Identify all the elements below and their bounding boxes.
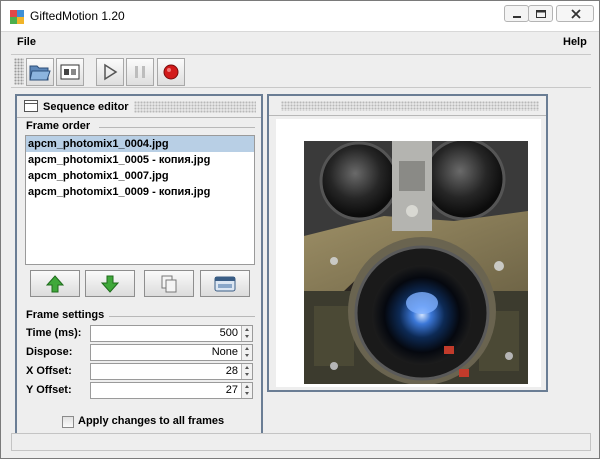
y-offset-label: Y Offset: — [26, 384, 72, 396]
title-bar: GiftedMotion 1.20 — [1, 1, 599, 32]
menu-file[interactable]: File — [17, 36, 36, 48]
copy-icon — [161, 275, 177, 292]
time-spinner[interactable]: 500 — [90, 325, 253, 342]
toolbar — [11, 54, 591, 88]
time-spinner-arrows[interactable] — [241, 326, 252, 341]
x-offset-spinner[interactable]: 28 — [90, 363, 253, 380]
record-icon — [163, 64, 179, 80]
x-offset-value: 28 — [225, 365, 238, 377]
maximize-button[interactable] — [528, 5, 553, 22]
open-folder-icon — [29, 65, 51, 81]
pause-icon — [135, 66, 145, 78]
arrow-down-icon — [100, 275, 120, 293]
x-offset-label: X Offset: — [26, 365, 72, 377]
remove-frame-button[interactable] — [200, 270, 250, 297]
remove-frame-icon — [214, 276, 236, 291]
open-button[interactable] — [26, 58, 54, 86]
toolbar-grip[interactable] — [14, 58, 24, 85]
menu-bar: File Help — [1, 32, 599, 53]
minimize-button[interactable] — [504, 5, 529, 22]
sequence-editor-header[interactable]: Sequence editor — [17, 96, 261, 118]
frame-settings-button[interactable] — [56, 58, 84, 86]
app-window: GiftedMotion 1.20 File Help Sequence edi… — [0, 0, 600, 459]
play-button[interactable] — [96, 58, 124, 86]
frame-order-divider — [99, 127, 255, 128]
panel-drag-grip[interactable] — [134, 101, 256, 113]
move-down-button[interactable] — [85, 270, 135, 297]
frame-settings-icon — [60, 64, 80, 80]
preview-canvas — [276, 119, 541, 387]
y-offset-spinner-arrows[interactable] — [241, 383, 252, 398]
frame-list-item[interactable]: apcm_photomix1_0007.jpg — [26, 168, 254, 184]
time-value: 500 — [219, 327, 238, 339]
preview-panel — [267, 94, 548, 392]
preview-drag-grip[interactable] — [281, 101, 539, 111]
time-label: Time (ms): — [26, 327, 82, 339]
window-title: GiftedMotion 1.20 — [30, 9, 125, 23]
apply-all-checkbox[interactable] — [62, 416, 74, 428]
dispose-spinner-arrows[interactable] — [241, 345, 252, 360]
menu-help[interactable]: Help — [563, 36, 587, 48]
y-offset-spinner[interactable]: 27 — [90, 382, 253, 399]
close-button[interactable] — [556, 5, 594, 22]
frame-settings-divider — [109, 316, 255, 317]
maximize-icon — [536, 10, 546, 18]
record-button[interactable] — [157, 58, 185, 86]
sequence-editor-title: Sequence editor — [43, 101, 129, 113]
dispose-spinner[interactable]: None — [90, 344, 253, 361]
frame-settings-title: Frame settings — [26, 309, 105, 321]
app-logo-icon — [10, 10, 24, 24]
preview-header[interactable] — [269, 96, 546, 116]
pause-button[interactable] — [126, 58, 154, 86]
apply-all-label[interactable]: Apply changes to all frames — [78, 415, 224, 427]
sequence-editor-panel: Sequence editor Frame order apcm_photomi… — [15, 94, 263, 436]
minimize-icon — [513, 16, 521, 18]
dispose-label: Dispose: — [26, 346, 73, 358]
close-icon — [571, 9, 581, 19]
move-up-button[interactable] — [30, 270, 80, 297]
frame-preview-image — [304, 141, 528, 384]
panel-window-icon — [24, 100, 38, 112]
frame-list-item[interactable]: apcm_photomix1_0004.jpg — [26, 136, 254, 152]
arrow-up-icon — [45, 274, 65, 292]
x-offset-spinner-arrows[interactable] — [241, 364, 252, 379]
frame-list[interactable]: apcm_photomix1_0004.jpg apcm_photomix1_0… — [25, 135, 255, 265]
play-icon — [104, 63, 118, 81]
dispose-value: None — [211, 346, 238, 358]
frame-order-title: Frame order — [26, 120, 91, 132]
y-offset-value: 27 — [225, 384, 238, 396]
frame-list-item[interactable]: apcm_photomix1_0005 - копия.jpg — [26, 152, 254, 168]
status-bar — [11, 433, 591, 451]
duplicate-frame-button[interactable] — [144, 270, 194, 297]
frame-list-item[interactable]: apcm_photomix1_0009 - копия.jpg — [26, 184, 254, 200]
